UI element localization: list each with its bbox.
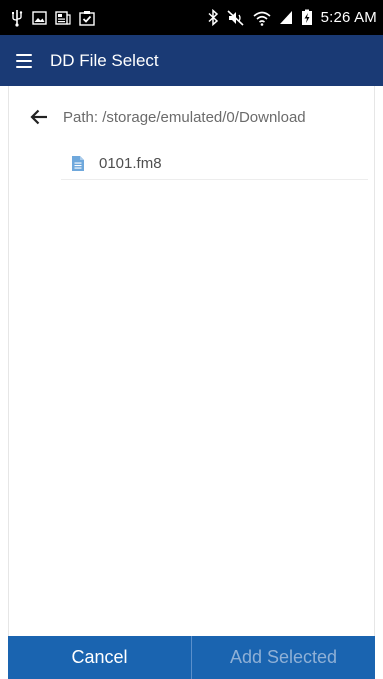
wifi-icon — [253, 10, 271, 26]
path-row: Path: /storage/emulated/0/Download — [9, 86, 374, 148]
cancel-button[interactable]: Cancel — [8, 636, 192, 679]
app-bar: DD File Select — [0, 35, 383, 86]
status-left-icons — [10, 9, 95, 27]
screen: 5:26 AM DD File Select Path: /storage/em… — [0, 0, 383, 679]
bottom-button-bar: Cancel Add Selected — [8, 636, 375, 679]
file-name: 0101.fm8 — [99, 155, 162, 172]
hamburger-menu-icon[interactable] — [16, 53, 32, 68]
battery-charging-icon — [301, 9, 313, 26]
gallery-icon — [32, 10, 47, 25]
file-browser: Path: /storage/emulated/0/Download 0101.… — [8, 86, 375, 636]
add-selected-button[interactable]: Add Selected — [192, 636, 375, 679]
app-title: DD File Select — [50, 50, 159, 70]
file-list-item[interactable]: 0101.fm8 — [61, 148, 368, 180]
path-label: Path: /storage/emulated/0/Download — [63, 108, 306, 126]
document-icon — [71, 155, 85, 172]
arrow-back-icon[interactable] — [17, 95, 61, 139]
news-icon — [55, 10, 71, 25]
status-right-icons: 5:26 AM — [207, 9, 377, 26]
mute-icon — [227, 9, 245, 26]
clipboard-check-icon — [79, 10, 95, 26]
signal-icon — [279, 10, 293, 25]
status-bar: 5:26 AM — [0, 0, 383, 35]
status-time: 5:26 AM — [320, 9, 377, 26]
usb-icon — [10, 9, 24, 27]
bluetooth-icon — [207, 9, 219, 26]
